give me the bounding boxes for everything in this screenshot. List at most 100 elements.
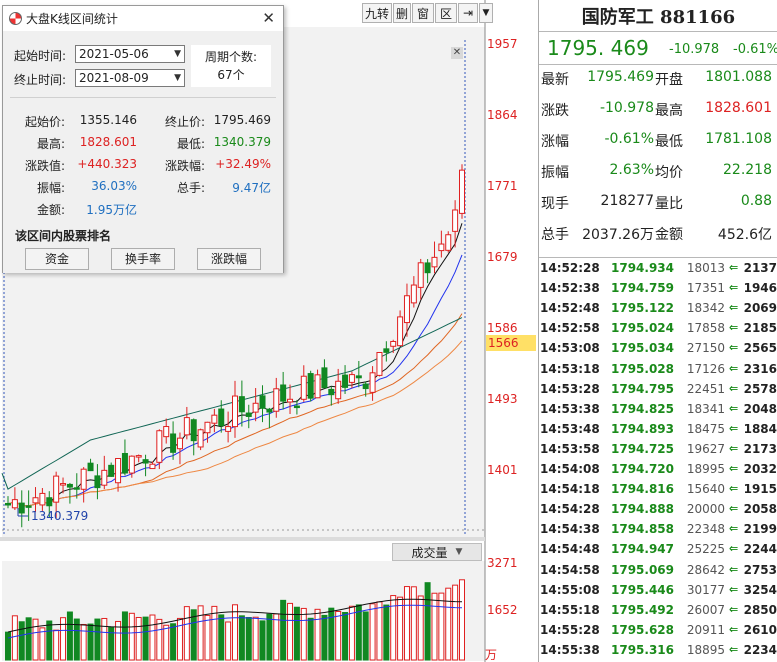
tick-volume: 17858 bbox=[686, 321, 725, 336]
tick-row: 14:54:18 1794.816 15640 1915 ⇐ bbox=[539, 482, 777, 502]
window-button[interactable]: 窗 bbox=[412, 3, 434, 23]
candle-body bbox=[307, 373, 314, 399]
tick-row: 14:55:08 1795.446 30177 3254 ⇐ bbox=[539, 583, 777, 603]
tick-count: 2058 bbox=[743, 502, 777, 517]
divider bbox=[539, 257, 777, 258]
price-axis-label: 1679 bbox=[487, 250, 518, 264]
rank-by-change-button[interactable]: 涨跌幅 bbox=[197, 248, 261, 270]
rank-by-fund-button[interactable]: 资金 bbox=[25, 248, 89, 270]
tick-time: 14:53:48 bbox=[540, 421, 600, 436]
volume-bar bbox=[390, 595, 397, 661]
chevron-down-icon: ▼ bbox=[455, 547, 463, 557]
chevron-down-icon[interactable]: ▼ bbox=[479, 3, 493, 23]
tick-price: 1794.858 bbox=[611, 522, 675, 537]
tick-time: 14:53:38 bbox=[540, 401, 600, 416]
low-value: 1340.379 bbox=[213, 135, 271, 149]
candle-body bbox=[18, 502, 25, 514]
tick-volume: 18013 bbox=[686, 261, 725, 275]
chevron-down-icon: ▼ bbox=[174, 49, 181, 59]
candle-body bbox=[190, 419, 197, 442]
close-icon[interactable]: ✕ bbox=[262, 9, 275, 27]
candle-body bbox=[459, 169, 465, 214]
candle-body bbox=[5, 502, 11, 506]
tick-time: 14:55:38 bbox=[540, 642, 600, 657]
candle-body bbox=[135, 455, 142, 458]
candle-body bbox=[156, 430, 163, 463]
candle-body bbox=[183, 417, 190, 436]
arrow-left-icon: ⇐ bbox=[729, 361, 739, 375]
volume-bar bbox=[149, 614, 156, 661]
candle-body bbox=[149, 463, 156, 470]
candle-body bbox=[197, 429, 204, 448]
candle-body bbox=[53, 475, 60, 503]
candle-body bbox=[328, 388, 335, 396]
scroll-strip bbox=[0, 537, 485, 541]
volume-tab[interactable]: 成交量 ▼ bbox=[392, 543, 482, 561]
tick-price: 1795.628 bbox=[611, 622, 675, 637]
volume-bar bbox=[307, 617, 314, 661]
quote-stat-value: 22.218 bbox=[723, 162, 772, 178]
delete-button[interactable]: 删 bbox=[393, 3, 411, 23]
tick-row: 14:54:28 1794.888 20000 2058 ⇐ bbox=[539, 502, 777, 522]
volume-unit-label: 万 bbox=[485, 648, 498, 662]
arrow-left-icon: ⇐ bbox=[729, 421, 739, 435]
quote-stat-value: -0.61% bbox=[604, 131, 654, 147]
tick-count: 2069 bbox=[743, 301, 777, 316]
rank-by-turnover-button[interactable]: 换手率 bbox=[111, 248, 175, 270]
end-date-select[interactable]: 2021-08-09 ▼ bbox=[75, 69, 185, 87]
divider bbox=[10, 97, 276, 98]
volume-bar bbox=[383, 604, 390, 661]
app-icon bbox=[9, 11, 22, 25]
close-icon[interactable]: ✕ bbox=[451, 47, 463, 59]
quote-stat-value: 1781.108 bbox=[705, 131, 772, 147]
range-button[interactable]: 区 bbox=[435, 3, 457, 23]
tick-time: 14:54:08 bbox=[540, 462, 600, 476]
candle-body bbox=[280, 384, 287, 402]
tick-time: 14:53:58 bbox=[540, 441, 600, 456]
candle-body bbox=[348, 374, 355, 383]
arrow-left-icon: ⇐ bbox=[729, 562, 739, 576]
end-date-value: 2021-08-09 bbox=[79, 71, 149, 85]
arrow-left-icon: ⇐ bbox=[729, 542, 739, 556]
amount-value: 1.95万亿 bbox=[86, 203, 137, 217]
arrow-left-icon: ⇐ bbox=[729, 381, 739, 395]
arrow-left-icon: ⇐ bbox=[729, 441, 739, 455]
tick-time: 14:52:28 bbox=[540, 261, 600, 275]
candle-body bbox=[101, 469, 108, 486]
tick-volume: 17351 bbox=[686, 281, 725, 296]
arrow-left-icon: ⇐ bbox=[729, 482, 739, 496]
candle-body bbox=[369, 372, 376, 393]
divider bbox=[539, 64, 777, 65]
candle-body bbox=[300, 375, 307, 400]
volume-bar bbox=[101, 617, 108, 661]
quote-stat-value: 218277 bbox=[600, 193, 654, 209]
volume-bar bbox=[80, 623, 87, 661]
tick-volume: 27150 bbox=[686, 341, 725, 356]
candle-body bbox=[362, 383, 369, 390]
period-count-label: 周期个数: bbox=[204, 50, 258, 64]
volume-bar bbox=[397, 596, 404, 661]
jiuzhuan-button[interactable]: 九转 bbox=[362, 3, 392, 23]
last-price: 1795. 469 bbox=[547, 36, 649, 60]
volume-axis-label: 3271 bbox=[487, 556, 518, 570]
volume-bar bbox=[403, 586, 410, 661]
candle-body bbox=[452, 209, 459, 232]
candle-body bbox=[410, 284, 417, 304]
dialog-titlebar[interactable]: 大盘K线区间统计 bbox=[3, 6, 283, 30]
tick-volume: 26007 bbox=[686, 602, 725, 617]
volume-bar bbox=[245, 616, 252, 661]
chevron-down-icon: ▼ bbox=[174, 73, 181, 83]
tick-price: 1795.316 bbox=[611, 642, 675, 657]
candle-body bbox=[32, 497, 39, 504]
tick-price: 1794.893 bbox=[611, 421, 675, 436]
volume-tab-label: 成交量 bbox=[411, 545, 448, 560]
candle-body bbox=[115, 457, 122, 484]
start-date-select[interactable]: 2021-05-06 ▼ bbox=[75, 45, 185, 63]
divider bbox=[539, 31, 777, 32]
tick-count: 1946 bbox=[743, 281, 777, 296]
quote-stat-label: 振幅 bbox=[541, 165, 569, 181]
quote-stat-label: 量比 bbox=[655, 196, 683, 212]
collapse-icon[interactable]: ⇥ bbox=[458, 3, 478, 23]
quote-stat-row: 现手 218277 量比 0.88 bbox=[539, 193, 777, 219]
period-count-value: 67个 bbox=[217, 68, 245, 82]
